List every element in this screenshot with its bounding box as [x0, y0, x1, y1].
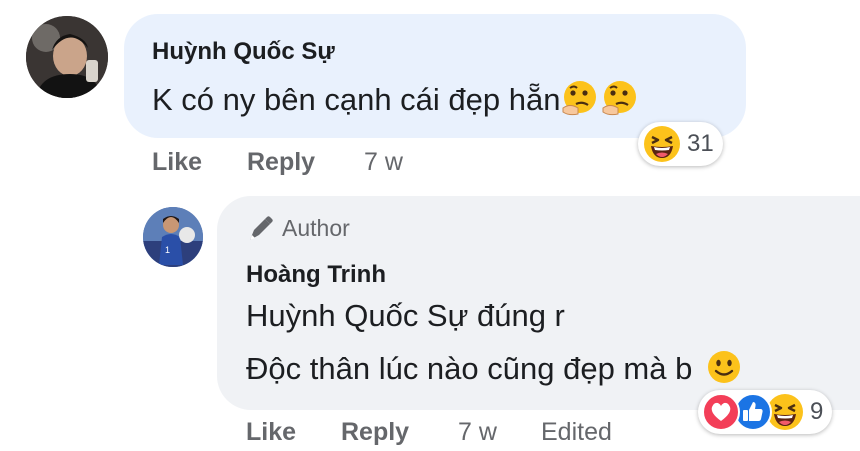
slightly-smiling-face-icon: [705, 348, 743, 394]
reply-reaction-count: 9: [810, 398, 824, 425]
reply-text-line2-body: Độc thân lúc nào cũng đẹp mà b: [246, 351, 693, 387]
comment-timestamp[interactable]: 7 w: [364, 148, 403, 177]
svg-text:1: 1: [165, 245, 170, 255]
reply-like-button[interactable]: Like: [246, 418, 296, 447]
heart-reaction-icon: [702, 393, 740, 431]
avatar-huynh-quoc-su[interactable]: [26, 16, 108, 98]
comment-author[interactable]: Huỳnh Quốc Sự: [152, 38, 335, 66]
pen-icon: [246, 213, 274, 243]
reply-text-line2: Độc thân lúc nào cũng đẹp mà b: [246, 348, 743, 394]
comment-reactions[interactable]: 31: [638, 122, 723, 166]
reply-reactions[interactable]: 9: [698, 390, 833, 434]
grinning-squinting-face-icon: [643, 125, 681, 163]
reply-edited-label: Edited: [541, 418, 612, 446]
comment-reply-button[interactable]: Reply: [247, 148, 315, 177]
thinking-face-icon: [600, 78, 640, 126]
avatar-hoang-trinh[interactable]: 1: [143, 207, 203, 267]
comment-like-button[interactable]: Like: [152, 148, 202, 177]
reply-timestamp[interactable]: 7 w: [458, 418, 497, 447]
author-badge: Author: [246, 213, 350, 243]
reply-reply-button[interactable]: Reply: [341, 418, 409, 447]
comment-text: K có ny bên cạnh cái đẹp hẵn: [152, 78, 640, 126]
thinking-face-icon: [560, 78, 600, 126]
reply-text-line1: Huỳnh Quốc Sự đúng r: [246, 298, 565, 333]
comment-text-body: K có ny bên cạnh cái đẹp hẵn: [152, 82, 561, 118]
comment-reaction-count: 31: [687, 130, 714, 157]
author-badge-label: Author: [282, 214, 350, 241]
reply-author[interactable]: Hoàng Trinh: [246, 261, 386, 289]
